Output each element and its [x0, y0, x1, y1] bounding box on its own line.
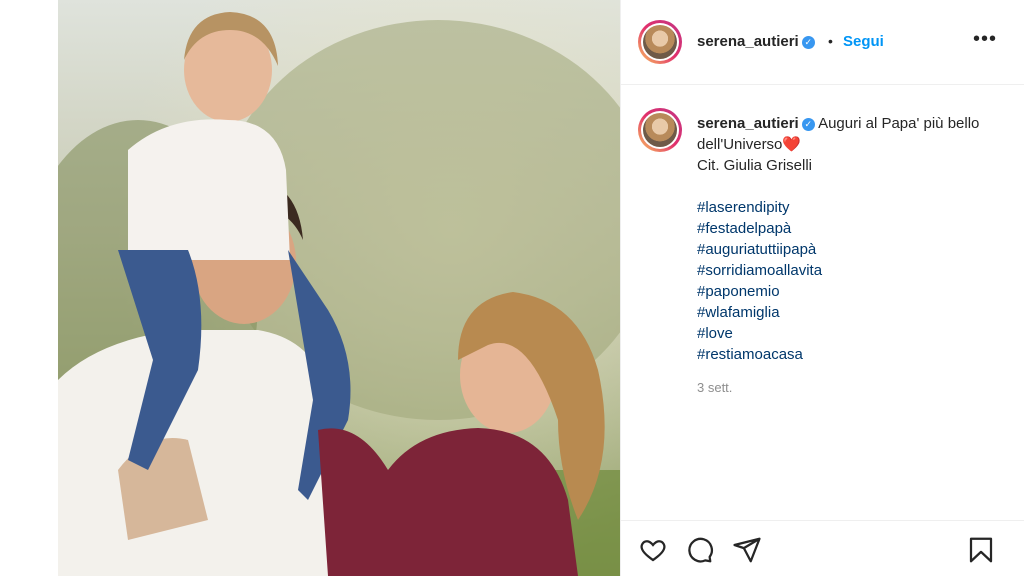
share-icon[interactable]: [732, 535, 762, 565]
hashtag-link[interactable]: #sorridiamoallavita: [697, 260, 822, 281]
hashtag-list: #laserendipity #festadelpapà #auguriatut…: [697, 197, 822, 365]
hashtag-link[interactable]: #laserendipity: [697, 197, 822, 218]
caption-line-2: Cit. Giulia Griselli: [697, 157, 813, 174]
header-username-wrap: serena_autieri ✓: [697, 33, 815, 51]
hashtag-link[interactable]: #love: [697, 323, 822, 344]
action-bar: [621, 520, 1024, 577]
caption-text: serena_autieri ✓ Auguri al Papa' più bell…: [697, 113, 1007, 176]
verified-icon: ✓: [801, 36, 815, 49]
comment-icon[interactable]: [684, 535, 714, 565]
follow-separator: •: [828, 33, 833, 49]
hashtag-link[interactable]: #wlafamiglia: [697, 302, 822, 323]
verified-icon: ✓: [801, 118, 815, 131]
hashtag-link[interactable]: #restiamoacasa: [697, 344, 822, 365]
bookmark-icon[interactable]: [966, 535, 996, 565]
avatar[interactable]: [638, 20, 682, 64]
heart-emoji: ❤️: [782, 136, 802, 153]
caption-avatar[interactable]: [638, 108, 682, 152]
post-timestamp[interactable]: 3 sett.: [697, 380, 732, 395]
post-sidebar: serena_autieri ✓ • Segui ••• serena_autie…: [620, 0, 1024, 576]
follow-button[interactable]: Segui: [843, 33, 884, 50]
heart-icon[interactable]: [638, 535, 668, 565]
caption-username[interactable]: serena_autieri: [697, 115, 799, 132]
post-image[interactable]: [58, 0, 620, 576]
hashtag-link[interactable]: #paponemio: [697, 281, 822, 302]
hashtag-link[interactable]: #auguriatuttiipapà: [697, 239, 822, 260]
more-options-icon[interactable]: •••: [973, 28, 997, 51]
hashtag-link[interactable]: #festadelpapà: [697, 218, 822, 239]
post-header: serena_autieri ✓ • Segui •••: [621, 0, 1024, 85]
header-username[interactable]: serena_autieri: [697, 33, 799, 50]
